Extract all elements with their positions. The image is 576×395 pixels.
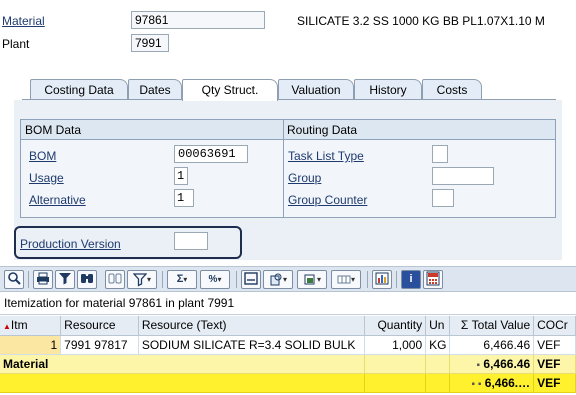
group-label: Group: [288, 171, 322, 185]
toolbar-separator: [367, 271, 368, 288]
toolbar-separator: [396, 271, 397, 288]
graphic-icon[interactable]: [372, 270, 392, 289]
cell-resource-text[interactable]: SODIUM SILICATE R=3.4 SOLID BULK: [138, 335, 365, 355]
layout-icon[interactable]: ▾: [297, 270, 327, 289]
routing-data-title: Routing Data: [287, 123, 358, 137]
subtotal-row: Material ▪ 6,466.46 VEF: [0, 354, 576, 374]
task-list-type-field[interactable]: [432, 145, 448, 163]
subtotal-blank: [425, 354, 451, 374]
find-next-icon[interactable]: [105, 270, 125, 289]
subtotal-icon[interactable]: %▾: [200, 270, 230, 289]
grand-total-blank: [364, 373, 427, 393]
group-counter-label: Group Counter: [288, 193, 368, 207]
export-icon[interactable]: ▾: [263, 270, 293, 289]
bom-data-title: BOM Data: [25, 123, 82, 137]
grand-total-marker: ▪ ▪: [471, 378, 482, 390]
grand-total-currency: VEF: [533, 373, 576, 393]
calculator-icon[interactable]: [423, 270, 443, 289]
highlight-box: [14, 226, 242, 259]
header-area: [0, 0, 576, 70]
tab-dates[interactable]: Dates: [128, 79, 182, 100]
grand-total-total-value: 6,466.…: [484, 375, 531, 390]
column-header-item[interactable]: ▲Itm: [0, 316, 62, 336]
set-filter-icon[interactable]: ▾: [127, 270, 157, 289]
toolbar-separator: [28, 271, 29, 288]
task-list-type-label: Task List Type: [288, 149, 364, 163]
print-preview-icon[interactable]: [241, 270, 261, 289]
grand-total-row: ▪ ▪ 6,466.… VEF: [0, 373, 576, 393]
column-header-unit[interactable]: Un: [425, 316, 451, 336]
plant-label: Plant: [2, 37, 30, 51]
itemization-table: ▲Itm Resource Resource (Text) Quantity U…: [0, 316, 576, 393]
column-header-quantity[interactable]: Quantity: [364, 316, 427, 336]
table-header-row: ▲Itm Resource Resource (Text) Quantity U…: [0, 316, 576, 336]
group-counter-field[interactable]: [432, 189, 454, 207]
cell-currency[interactable]: VEF: [533, 335, 576, 355]
group-divider: [283, 120, 284, 217]
details-icon[interactable]: [4, 270, 24, 289]
filter-icon[interactable]: [55, 270, 75, 289]
material-label: Material: [2, 14, 45, 28]
cell-total-value[interactable]: 6,466.46: [449, 335, 535, 355]
print-icon[interactable]: [33, 270, 53, 289]
column-header-currency[interactable]: COCr: [533, 316, 576, 336]
find-icon[interactable]: [77, 270, 97, 289]
bom-label: BOM: [29, 149, 57, 163]
material-description: SILICATE 3.2 SS 1000 KG BB PL1.07X1.10 M: [297, 14, 545, 28]
grand-total-blank: [0, 373, 365, 393]
plant-field[interactable]: 7991: [131, 34, 169, 52]
tab-costs[interactable]: Costs: [422, 79, 482, 100]
tab-costing-data[interactable]: Costing Data: [30, 79, 128, 100]
cell-unit[interactable]: KG: [425, 335, 451, 355]
alternative-field[interactable]: 1: [174, 189, 194, 207]
subtotal-label: Material: [0, 354, 365, 374]
subtotal-value: ▪ 6,466.46: [449, 354, 535, 374]
tab-valuation[interactable]: Valuation: [278, 79, 354, 100]
subtotal-currency: VEF: [533, 354, 576, 374]
cell-resource[interactable]: 7991 97817: [60, 335, 139, 355]
info-icon[interactable]: i: [401, 270, 421, 289]
toolbar-separator: [162, 271, 163, 288]
group-field[interactable]: [432, 167, 494, 185]
tab-history[interactable]: History: [354, 79, 422, 100]
toolbar-separator: [236, 271, 237, 288]
select-layout-icon[interactable]: ▾: [331, 270, 361, 289]
alv-toolbar: ▾ Σ▾ %▾ ▾ ▾ ▾ i: [0, 266, 576, 292]
column-header-total-value[interactable]: Σ Total Value: [449, 316, 535, 336]
column-header-resource-text[interactable]: Resource (Text): [138, 316, 365, 336]
grand-total-value: ▪ ▪ 6,466.…: [449, 373, 535, 393]
usage-label: Usage: [29, 171, 64, 185]
cell-quantity[interactable]: 1,000: [364, 335, 427, 355]
subtotal-total-value: 6,466.46: [483, 356, 531, 371]
usage-field[interactable]: 1: [174, 167, 188, 185]
alternative-label: Alternative: [29, 193, 86, 207]
sum-icon[interactable]: Σ▾: [167, 270, 197, 289]
table-row[interactable]: 1 7991 97817 SODIUM SILICATE R=3.4 SOLID…: [0, 335, 576, 355]
cell-item[interactable]: 1: [0, 335, 62, 355]
itemization-title: Itemization for material 97861 in plant …: [0, 293, 576, 315]
column-header-resource[interactable]: Resource: [60, 316, 139, 336]
subtotal-marker: ▪: [476, 359, 481, 371]
grand-total-blank: [425, 373, 451, 393]
bom-field[interactable]: 00063691: [174, 145, 248, 163]
subtotal-blank: [364, 354, 427, 374]
tab-qty-struct[interactable]: Qty Struct.: [182, 79, 278, 101]
material-field[interactable]: 97861: [131, 11, 265, 29]
